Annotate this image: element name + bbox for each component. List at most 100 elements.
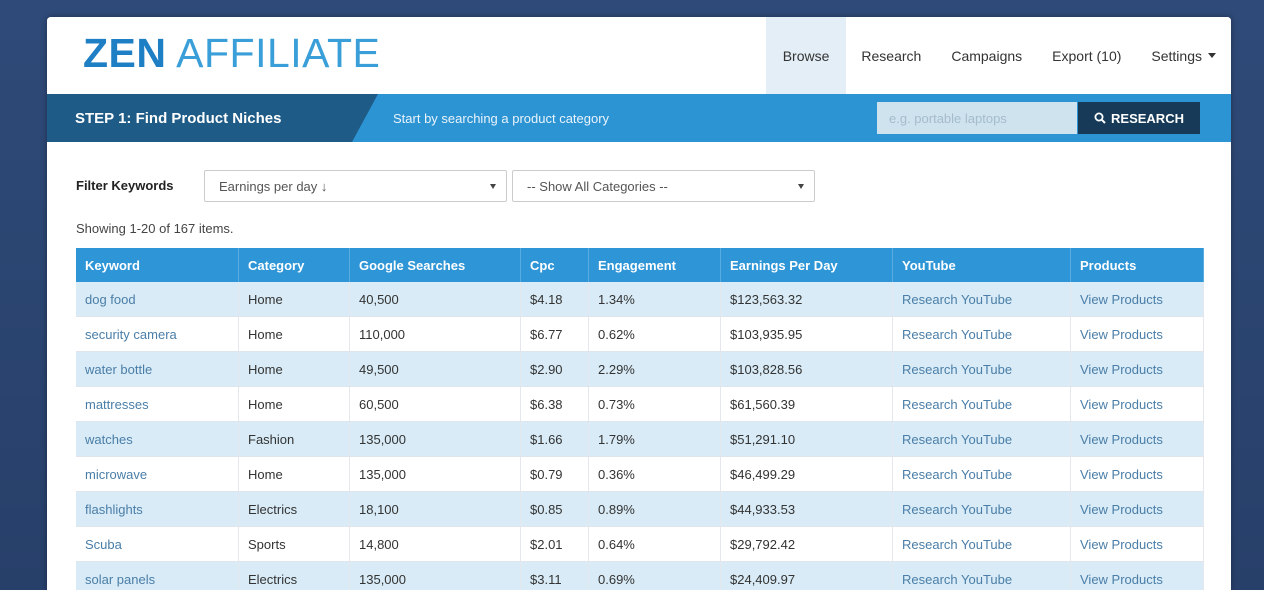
cpc-cell: $1.66 — [520, 421, 589, 457]
view-products-link[interactable]: View Products — [1070, 456, 1204, 492]
searches-cell: 60,500 — [349, 386, 521, 422]
nav-export[interactable]: Export (10) — [1037, 17, 1136, 94]
searches-cell: 14,800 — [349, 526, 521, 562]
nav-settings[interactable]: Settings — [1136, 17, 1231, 94]
earnings-cell: $46,499.29 — [720, 456, 893, 492]
engagement-cell: 1.79% — [588, 421, 721, 457]
col-keyword[interactable]: Keyword — [76, 248, 239, 282]
cpc-cell: $0.85 — [520, 491, 589, 527]
category-select[interactable]: -- Show All Categories -- — [512, 170, 815, 202]
logo-light-text: AFFILIATE — [166, 30, 381, 76]
col-engagement[interactable]: Engagement — [588, 248, 721, 282]
view-products-link[interactable]: View Products — [1070, 561, 1204, 590]
search-icon — [1094, 112, 1106, 124]
table-row: mattresses Home 60,500 $6.38 0.73% $61,560.39… — [76, 386, 1204, 422]
earnings-cell: $44,933.53 — [720, 491, 893, 527]
cpc-cell: $6.77 — [520, 316, 589, 352]
logo[interactable]: ZEN AFFILIATE — [83, 29, 380, 77]
nav-campaigns[interactable]: Campaigns — [936, 17, 1037, 94]
category-search-input[interactable] — [877, 102, 1077, 134]
nav-browse[interactable]: Browse — [765, 17, 847, 94]
searches-cell: 135,000 — [349, 421, 521, 457]
research-button-label: RESEARCH — [1111, 110, 1184, 126]
keyword-cell[interactable]: security camera — [76, 316, 239, 352]
view-products-link[interactable]: View Products — [1070, 526, 1204, 562]
earnings-cell: $103,828.56 — [720, 351, 893, 387]
keyword-cell[interactable]: dog food — [76, 282, 239, 317]
research-youtube-link[interactable]: Research YouTube — [892, 316, 1071, 352]
searches-cell: 18,100 — [349, 491, 521, 527]
engagement-cell: 0.36% — [588, 456, 721, 492]
table-row: flashlights Electrics 18,100 $0.85 0.89% $44,… — [76, 491, 1204, 527]
col-earnings-per-day[interactable]: Earnings Per Day — [720, 248, 893, 282]
view-products-link[interactable]: View Products — [1070, 282, 1204, 317]
table-header-row: Keyword Category Google Searches Cpc Eng… — [76, 248, 1204, 282]
view-products-link[interactable]: View Products — [1070, 421, 1204, 457]
research-youtube-link[interactable]: Research YouTube — [892, 351, 1071, 387]
engagement-cell: 0.62% — [588, 316, 721, 352]
category-cell: Home — [238, 351, 350, 387]
table-body: dog food Home 40,500 $4.18 1.34% $123,563.32 R… — [76, 282, 1204, 590]
category-cell: Fashion — [238, 421, 350, 457]
engagement-cell: 2.29% — [588, 351, 721, 387]
research-youtube-link[interactable]: Research YouTube — [892, 526, 1071, 562]
keyword-cell[interactable]: microwave — [76, 456, 239, 492]
engagement-cell: 0.69% — [588, 561, 721, 590]
keyword-cell[interactable]: mattresses — [76, 386, 239, 422]
research-youtube-link[interactable]: Research YouTube — [892, 456, 1071, 492]
research-youtube-link[interactable]: Research YouTube — [892, 561, 1071, 590]
earnings-cell: $51,291.10 — [720, 421, 893, 457]
sort-select[interactable]: Earnings per day ↓ — [204, 170, 507, 202]
table-row: solar panels Electrics 135,000 $3.11 0.69% $2… — [76, 561, 1204, 590]
engagement-cell: 0.89% — [588, 491, 721, 527]
top-navbar: ZEN AFFILIATE Browse Research Campaigns … — [47, 17, 1231, 94]
view-products-link[interactable]: View Products — [1070, 316, 1204, 352]
keyword-cell[interactable]: solar panels — [76, 561, 239, 590]
view-products-link[interactable]: View Products — [1070, 491, 1204, 527]
col-products[interactable]: Products — [1070, 248, 1204, 282]
table-row: dog food Home 40,500 $4.18 1.34% $123,563.32 R… — [76, 282, 1204, 317]
step-arrow-shape — [352, 94, 378, 142]
category-select-value: -- Show All Categories -- — [527, 178, 668, 194]
keyword-cell[interactable]: flashlights — [76, 491, 239, 527]
step-title: STEP 1: Find Product Niches — [47, 94, 352, 142]
col-youtube[interactable]: YouTube — [892, 248, 1071, 282]
sort-select-value: Earnings per day ↓ — [219, 178, 328, 194]
searches-cell: 110,000 — [349, 316, 521, 352]
category-cell: Electrics — [238, 491, 350, 527]
caret-down-icon — [1208, 53, 1216, 58]
col-cpc[interactable]: Cpc — [520, 248, 589, 282]
cpc-cell: $2.90 — [520, 351, 589, 387]
category-cell: Home — [238, 386, 350, 422]
cpc-cell: $0.79 — [520, 456, 589, 492]
engagement-cell: 0.64% — [588, 526, 721, 562]
view-products-link[interactable]: View Products — [1070, 351, 1204, 387]
cpc-cell: $3.11 — [520, 561, 589, 590]
research-youtube-link[interactable]: Research YouTube — [892, 491, 1071, 527]
results-count: Showing 1-20 of 167 items. — [76, 221, 234, 236]
app-window: ZEN AFFILIATE Browse Research Campaigns … — [47, 17, 1231, 590]
cpc-cell: $2.01 — [520, 526, 589, 562]
dropdown-arrow-icon — [490, 184, 496, 189]
col-google-searches[interactable]: Google Searches — [349, 248, 521, 282]
category-cell: Home — [238, 456, 350, 492]
keyword-cell[interactable]: water bottle — [76, 351, 239, 387]
category-cell: Home — [238, 316, 350, 352]
col-category[interactable]: Category — [238, 248, 350, 282]
earnings-cell: $123,563.32 — [720, 282, 893, 317]
table-row: water bottle Home 49,500 $2.90 2.29% $103,828… — [76, 351, 1204, 387]
view-products-link[interactable]: View Products — [1070, 386, 1204, 422]
research-youtube-link[interactable]: Research YouTube — [892, 386, 1071, 422]
keyword-cell[interactable]: Scuba — [76, 526, 239, 562]
cpc-cell: $4.18 — [520, 282, 589, 317]
table-row: security camera Home 110,000 $6.77 0.62% $103… — [76, 316, 1204, 352]
research-youtube-link[interactable]: Research YouTube — [892, 282, 1071, 317]
research-youtube-link[interactable]: Research YouTube — [892, 421, 1071, 457]
research-button[interactable]: RESEARCH — [1078, 102, 1200, 134]
searches-cell: 40,500 — [349, 282, 521, 317]
step-bar: STEP 1: Find Product Niches Start by sea… — [47, 94, 1231, 142]
nav-research[interactable]: Research — [846, 17, 936, 94]
earnings-cell: $24,409.97 — [720, 561, 893, 590]
keyword-cell[interactable]: watches — [76, 421, 239, 457]
category-cell: Home — [238, 282, 350, 317]
